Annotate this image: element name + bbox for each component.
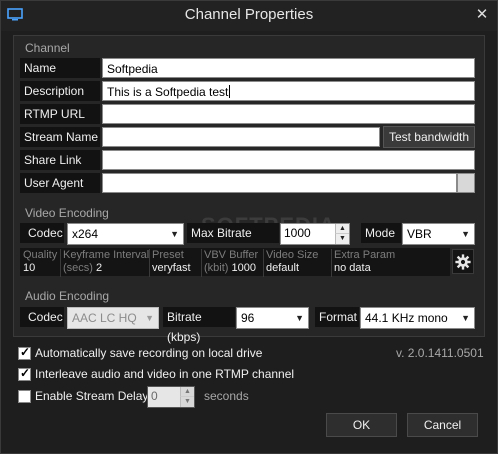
spin-down-icon[interactable]: ▼ (335, 234, 349, 244)
user-agent-scrollbar[interactable] (457, 173, 475, 193)
stream-delay-label: Enable Stream Delay (35, 389, 149, 403)
extra-param-key: Extra Param (334, 249, 396, 261)
keyframe-interval-unit: (secs) (63, 262, 93, 274)
audio-section-label: Audio Encoding (25, 289, 110, 303)
auto-save-label: Automatically save recording on local dr… (35, 346, 263, 360)
extra-param-info: Extra Param no data (332, 249, 450, 277)
extra-param-value: no data (334, 262, 371, 274)
ok-button[interactable]: OK (326, 413, 397, 437)
spin-up-icon[interactable]: ▲ (180, 387, 194, 397)
audio-format-label: Format (315, 307, 359, 327)
keyframe-interval-info: Keyframe Interval (secs) 2 (61, 249, 150, 277)
auto-save-checkbox[interactable]: ✓ (18, 345, 31, 360)
max-bitrate-label: Max Bitrate (kbps) (187, 223, 279, 260)
share-link-label: Share Link (20, 150, 100, 170)
audio-bitrate-label: Bitrate (kbps) (163, 307, 235, 344)
window-title: Channel Properties (184, 6, 314, 23)
checkmark-icon: ✓ (20, 345, 31, 359)
chevron-down-icon: ▼ (461, 313, 470, 323)
chevron-down-icon: ▼ (461, 229, 470, 239)
user-agent-label: User Agent (20, 173, 100, 193)
video-codec-label: Codec (20, 223, 64, 243)
video-size-value: default (266, 262, 300, 274)
close-icon[interactable]: ✕ (471, 5, 493, 25)
vbv-buffer-value: 1000 (231, 262, 256, 274)
stream-delay-checkbox[interactable] (18, 390, 31, 403)
quality-key: Quality (23, 249, 58, 261)
text-caret (229, 85, 231, 98)
vbv-buffer-unit: (kbit) (204, 262, 229, 274)
video-settings-button[interactable] (452, 249, 474, 274)
rtmp-url-label: RTMP URL (20, 104, 100, 124)
interleave-checkbox[interactable]: ✓ (18, 366, 31, 381)
audio-codec-value: AAC LC HQ (72, 311, 137, 325)
vbv-buffer-value-line: (kbit) 1000 (204, 262, 256, 274)
video-section-label: Video Encoding (25, 206, 109, 220)
video-size-info: Video Size default (264, 249, 332, 277)
preset-key: Preset (152, 249, 184, 261)
description-field[interactable]: This is a Softpedia test (102, 81, 475, 101)
channel-properties-window: Channel Properties ✕ Channel Name Softpe… (0, 0, 498, 454)
gear-icon (455, 254, 471, 270)
rtmp-url-field[interactable] (102, 104, 475, 124)
spin-down-icon[interactable]: ▼ (180, 397, 194, 407)
chevron-down-icon: ▼ (145, 313, 154, 323)
quality-value: 10 (23, 262, 36, 274)
audio-format-select[interactable]: 44.1 KHz mono ▼ (360, 307, 475, 329)
version-label: v. 2.0.1411.0501 (396, 346, 484, 360)
audio-codec-select[interactable]: AAC LC HQ ▼ (67, 307, 159, 329)
cancel-button[interactable]: Cancel (407, 413, 478, 437)
description-label: Description (20, 81, 100, 101)
description-value: This is a Softpedia test (107, 85, 229, 99)
preset-info: Preset veryfast (150, 249, 202, 277)
audio-codec-label: Codec (20, 307, 64, 327)
test-bandwidth-button[interactable]: Test bandwidth (383, 126, 475, 148)
max-bitrate-spinner[interactable]: 1000 ▲ ▼ (280, 223, 350, 245)
mode-value: VBR (407, 227, 432, 241)
stream-name-field[interactable] (102, 127, 380, 147)
interleave-label: Interleave audio and video in one RTMP c… (35, 367, 295, 381)
share-link-field[interactable] (102, 150, 475, 170)
audio-bitrate-value: 96 (241, 311, 255, 325)
keyframe-interval-key: Keyframe Interval (63, 249, 150, 261)
video-size-key: Video Size (266, 249, 319, 261)
audio-bitrate-select[interactable]: 96 ▼ (236, 307, 309, 329)
chevron-down-icon: ▼ (295, 313, 304, 323)
stream-delay-value: 0 (151, 389, 158, 403)
stream-name-label: Stream Name (20, 127, 100, 147)
title-bar[interactable]: Channel Properties ✕ (1, 1, 497, 31)
quality-info: Quality 10 (21, 249, 61, 277)
spin-up-icon[interactable]: ▲ (335, 224, 349, 234)
video-codec-select[interactable]: x264 ▼ (67, 223, 184, 245)
max-bitrate-value: 1000 (284, 226, 311, 240)
mode-label: Mode (361, 223, 401, 243)
channel-section-label: Channel (25, 41, 70, 55)
name-field[interactable]: Softpedia (102, 58, 475, 78)
preset-value: veryfast (152, 262, 191, 274)
name-label: Name (20, 58, 100, 78)
mode-select[interactable]: VBR ▼ (402, 223, 475, 245)
keyframe-interval-value: 2 (96, 262, 103, 274)
video-codec-value: x264 (72, 227, 99, 241)
user-agent-field[interactable] (102, 173, 457, 193)
audio-format-value: 44.1 KHz mono (365, 311, 448, 325)
checkmark-icon: ✓ (20, 366, 31, 380)
keyframe-interval-value-line: (secs) 2 (63, 262, 102, 274)
stream-delay-unit: seconds (204, 389, 249, 403)
vbv-buffer-key: VBV Buffer (204, 249, 259, 261)
stream-delay-spinner[interactable]: 0 ▲ ▼ (147, 386, 195, 408)
vbv-buffer-info: VBV Buffer (kbit) 1000 (202, 249, 264, 277)
chevron-down-icon: ▼ (170, 229, 179, 239)
